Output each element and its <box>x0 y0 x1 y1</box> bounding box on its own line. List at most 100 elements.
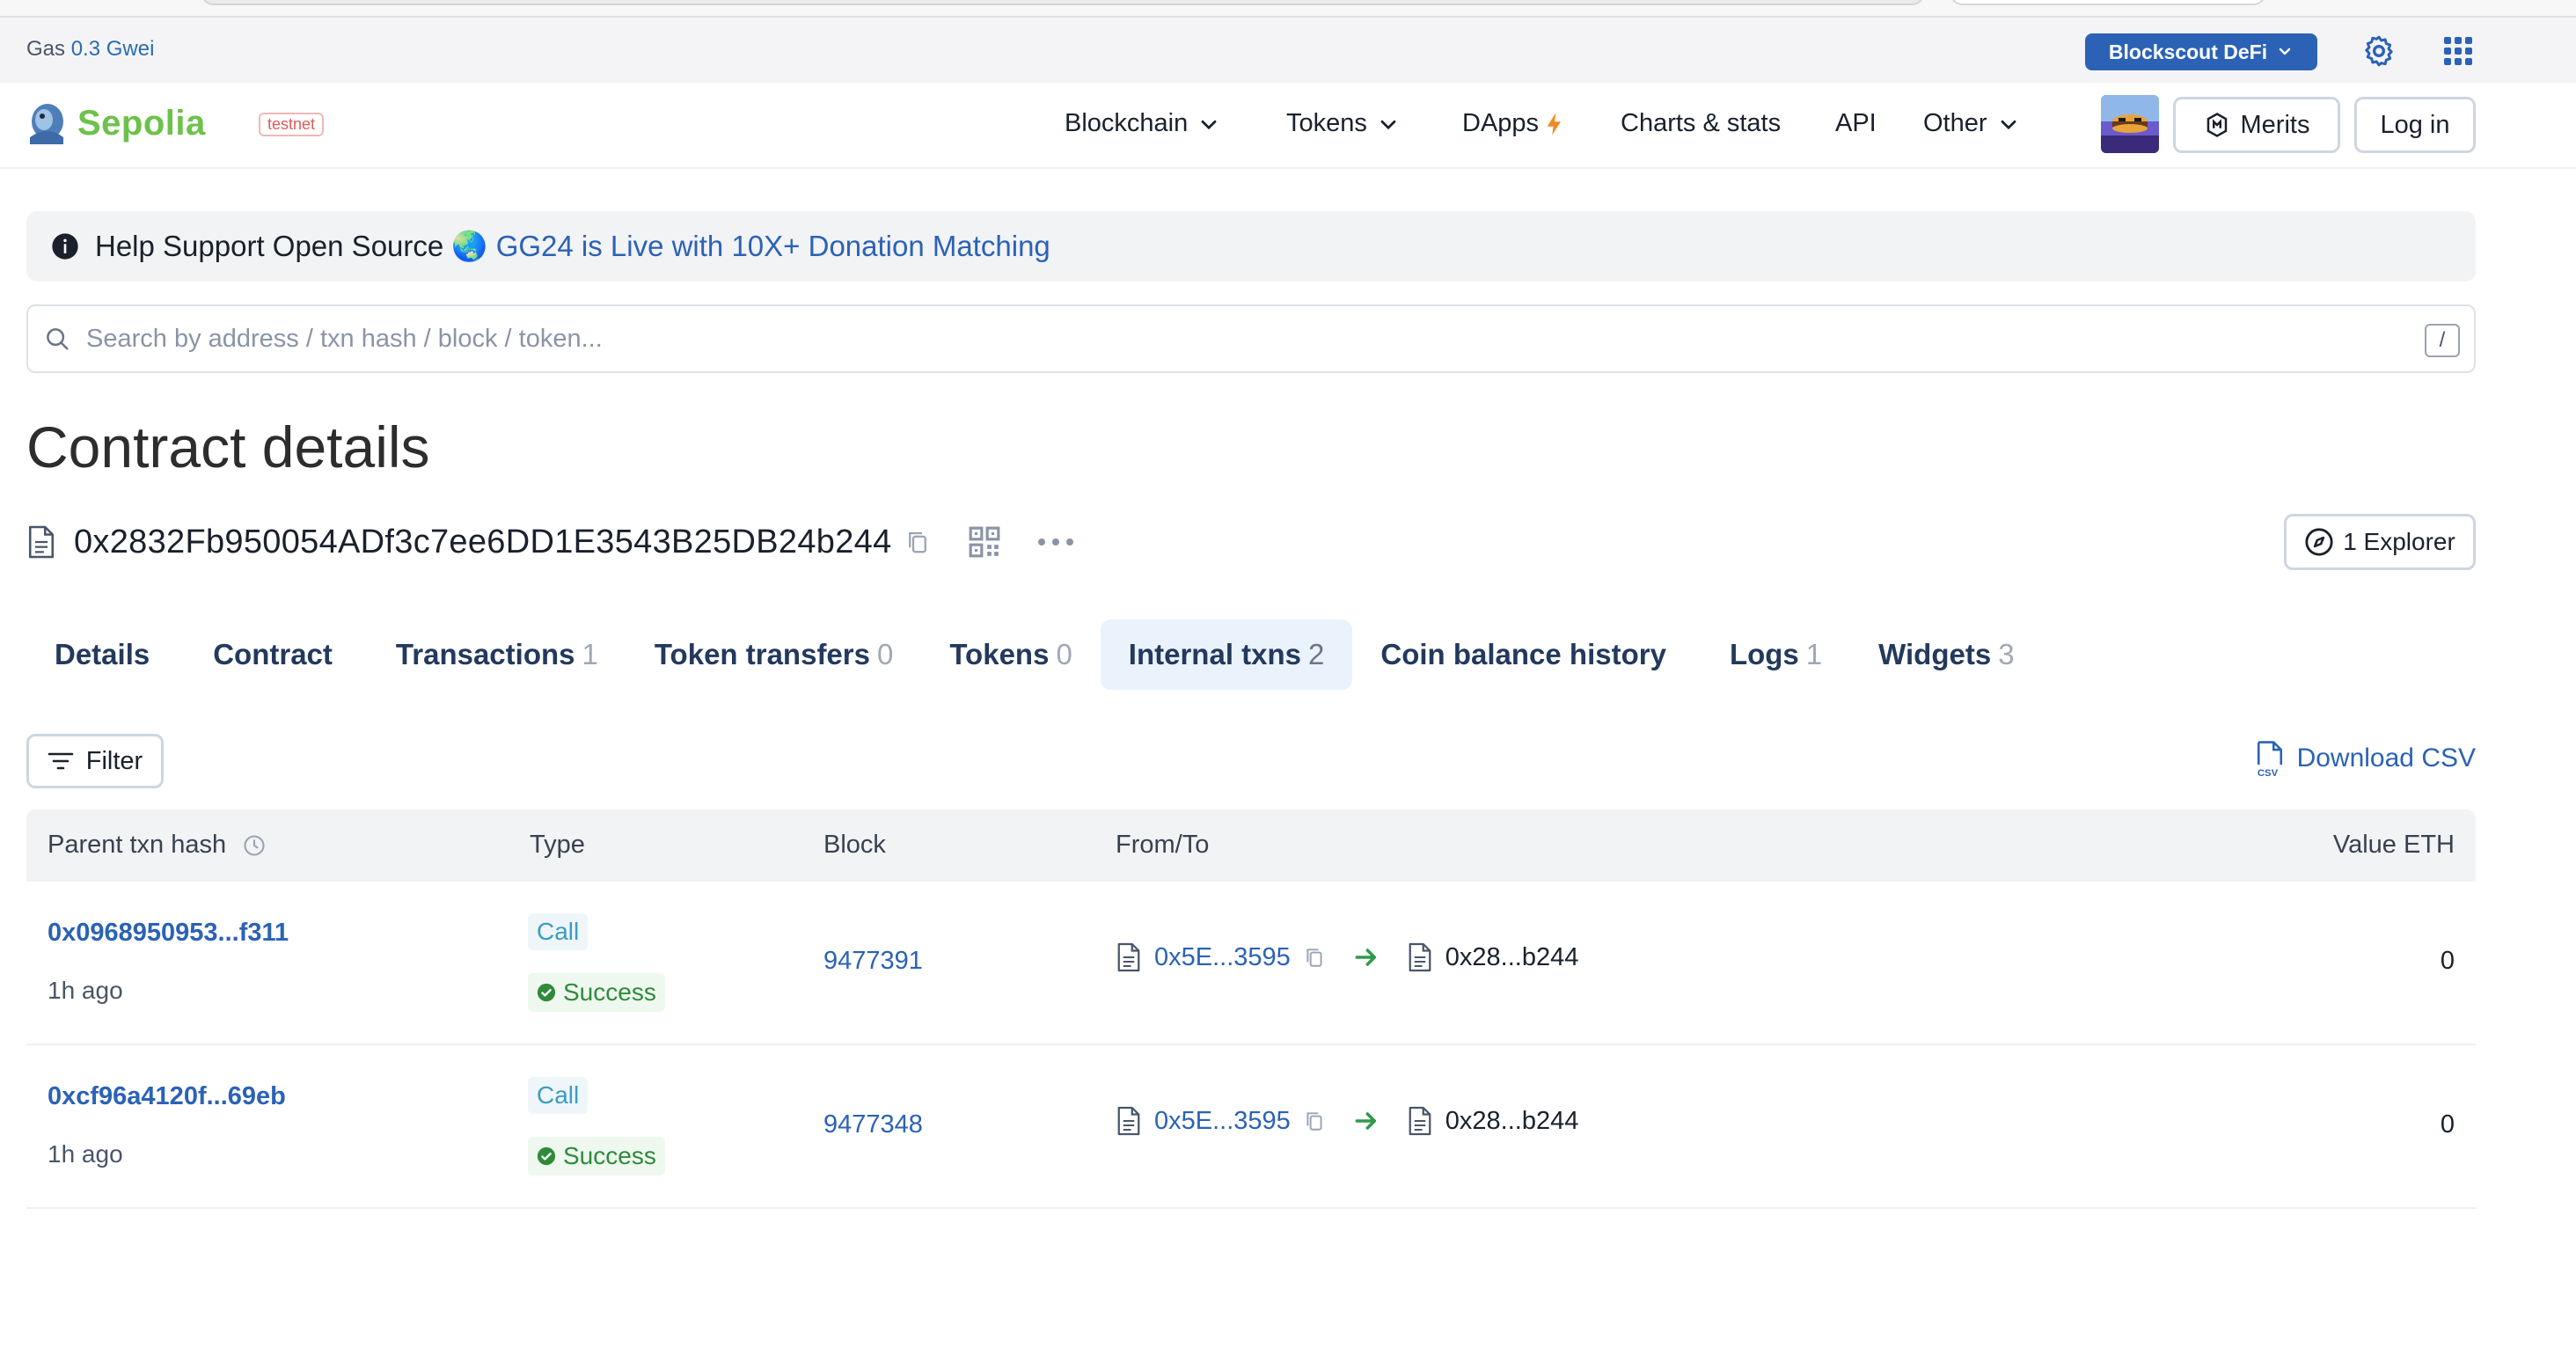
alert-link[interactable]: GG24 is Live with 10X+ Donation Matching <box>496 230 1050 262</box>
lightning-icon <box>1547 112 1562 136</box>
main-header: Sepolia testnet Blockchain Tokens DApps … <box>0 83 2576 169</box>
search-bar: / <box>26 304 2476 373</box>
table-row: 0x0968950953...f311 1h ago Call Success … <box>26 882 2476 1045</box>
info-icon <box>52 233 78 260</box>
value-eth: 0 <box>2440 1110 2455 1139</box>
tab-count: 2 <box>1308 638 1325 670</box>
tab-internal-txns[interactable]: Internal txns 2 <box>1100 619 1353 690</box>
contract-address-row: 0x2832Fb950054ADf3c7ee6DD1E3543B25DB24b2… <box>26 517 1075 567</box>
parent-txn-hash-link[interactable]: 0xcf96a4120f...69eb <box>48 1082 286 1111</box>
value-eth: 0 <box>2440 947 2455 975</box>
tab-label: Logs <box>1729 638 1799 670</box>
explorer-button[interactable]: 1 Explorer <box>2284 514 2476 570</box>
block-link[interactable]: 9477348 <box>823 1110 923 1139</box>
explorer-label: 1 Explorer <box>2343 528 2455 555</box>
status-label: Success <box>563 978 656 1006</box>
header-label: Parent txn hash <box>48 831 227 859</box>
parent-txn-hash-link[interactable]: 0x0968950953...f311 <box>48 919 289 948</box>
compass-icon <box>2305 528 2333 556</box>
from-address-link[interactable]: 0x5E...3595 <box>1154 943 1291 972</box>
chevron-down-icon <box>2001 120 2016 129</box>
gas-label: Gas <box>26 37 66 61</box>
avatar[interactable] <box>2101 95 2159 153</box>
tab-transactions[interactable]: Transactions 1 <box>368 619 626 690</box>
status-badge: Success <box>528 973 665 1012</box>
contract-tabs: Details Contract Transactions 1 Token tra… <box>26 619 2043 690</box>
tab-label: Token transfers <box>654 638 870 670</box>
merits-button[interactable]: Merits <box>2173 97 2340 153</box>
arrow-right-icon <box>1355 948 1376 966</box>
download-csv-label: Download CSV <box>2296 743 2476 773</box>
nav-charts-stats[interactable]: Charts & stats <box>1621 109 1781 138</box>
support-alert: Help Support Open Source 🌏 GG24 is Live … <box>26 211 2476 282</box>
gas-price[interactable]: Gas 0.3 Gwei <box>26 37 154 62</box>
search-input[interactable] <box>86 324 2286 354</box>
svg-text:CSV: CSV <box>2257 768 2278 778</box>
tab-token-transfers[interactable]: Token transfers 0 <box>626 619 922 690</box>
tab-contract[interactable]: Contract <box>185 619 368 690</box>
alert-text: Help Support Open Source 🌏 GG24 is Live … <box>95 230 1050 264</box>
contract-address: 0x2832Fb950054ADf3c7ee6DD1E3543B25DB24b2… <box>74 523 892 560</box>
block-link[interactable]: 9477391 <box>823 947 923 976</box>
type-badge: Call <box>528 1077 589 1114</box>
nav-dapps[interactable]: DApps <box>1462 109 1567 138</box>
tab-widgets[interactable]: Widgets 3 <box>1850 619 2042 690</box>
nav-dapps-label: DApps <box>1462 109 1540 137</box>
nav-other[interactable]: Other <box>1923 109 2021 138</box>
more-options-icon[interactable] <box>1036 533 1075 551</box>
filter-button[interactable]: Filter <box>26 734 164 788</box>
tab-count: 0 <box>1056 638 1072 670</box>
brand-name: Sepolia <box>77 103 206 143</box>
txn-age: 1h ago <box>48 1140 123 1168</box>
copy-icon[interactable] <box>904 529 931 555</box>
tab-label: Transactions <box>395 638 575 670</box>
blockscout-defi-button[interactable]: Blockscout DeFi <box>2085 33 2317 70</box>
page-title: Contract details <box>26 414 430 480</box>
browser-toolbar-pill[interactable] <box>1950 0 2266 5</box>
filter-label: Filter <box>85 746 143 775</box>
sepolia-logo[interactable]: Sepolia <box>25 99 206 148</box>
browser-address-bar[interactable] <box>201 0 1925 5</box>
search-icon <box>47 328 69 350</box>
filter-icon <box>48 752 74 770</box>
from-address-link[interactable]: 0x5E...3595 <box>1154 1107 1291 1136</box>
copy-icon[interactable] <box>1303 1110 1326 1132</box>
tab-label: Coin balance history <box>1380 638 1666 670</box>
nav-blockchain[interactable]: Blockchain <box>1065 109 1221 138</box>
status-label: Success <box>563 1142 656 1169</box>
defi-button-label: Blockscout DeFi <box>2108 40 2268 63</box>
header-from-to: From/To <box>1116 831 1210 859</box>
to-address: 0x28...b244 <box>1445 1106 1579 1135</box>
sepolia-logo-icon <box>30 104 63 144</box>
apps-grid-icon[interactable] <box>2442 35 2474 67</box>
tab-label: Tokens <box>949 638 1050 670</box>
tab-details[interactable]: Details <box>26 619 185 690</box>
from-to: 0x5E...3595 0x28...b244 <box>1116 1103 1578 1139</box>
merits-icon <box>2206 113 2227 137</box>
copy-icon[interactable] <box>1303 946 1326 969</box>
header-parent-txn-hash: Parent txn hash <box>48 831 267 860</box>
tab-tokens[interactable]: Tokens 0 <box>921 619 1100 690</box>
testnet-badge: testnet <box>259 113 325 136</box>
tab-logs[interactable]: Logs 1 <box>1701 619 1850 690</box>
from-to: 0x5E...3595 0x28...b244 <box>1116 940 1578 975</box>
header-block: Block <box>823 831 886 859</box>
download-csv-button[interactable]: CSV Download CSV <box>2255 739 2476 778</box>
nav-api[interactable]: API <box>1835 109 1877 138</box>
login-button[interactable]: Log in <box>2354 97 2476 153</box>
tab-count: 1 <box>1805 638 1823 670</box>
gear-icon[interactable] <box>2361 33 2397 69</box>
clock-icon[interactable] <box>242 833 267 858</box>
globe-emoji: 🌏 <box>451 229 488 262</box>
qr-code-icon[interactable] <box>968 525 1001 559</box>
internal-txns-table: Parent txn hash Type Block From/To Value… <box>26 809 2476 1209</box>
gas-value: 0.3 Gwei <box>70 37 155 61</box>
table-header: Parent txn hash Type Block From/To Value… <box>26 809 2476 882</box>
tab-coin-balance-history[interactable]: Coin balance history <box>1352 619 1701 690</box>
header-type: Type <box>530 831 585 859</box>
chevron-down-icon <box>1201 120 1217 129</box>
header-value-eth: Value ETH <box>2332 831 2455 859</box>
nav-tokens[interactable]: Tokens <box>1286 109 1401 138</box>
browser-chrome <box>0 0 2576 18</box>
table-row: 0xcf96a4120f...69eb 1h ago Call Success … <box>26 1045 2476 1209</box>
